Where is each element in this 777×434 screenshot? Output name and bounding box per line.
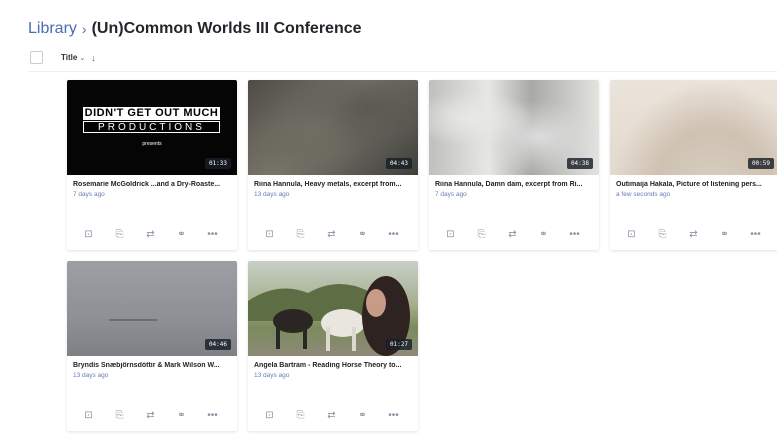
card-timestamp: 7 days ago: [73, 191, 105, 198]
duration-badge: 01:33: [204, 158, 231, 169]
link-icon[interactable]: ⚭: [355, 229, 370, 240]
sort-dropdown[interactable]: Title ⌄ ↓: [61, 53, 96, 63]
video-thumbnail[interactable]: 00:59: [610, 80, 777, 175]
share-icon[interactable]: ⇄: [324, 410, 339, 421]
breadcrumb: Library › (Un)Common Worlds III Conferen…: [28, 20, 362, 38]
add-to-playlist-icon[interactable]: ⎘: [293, 229, 308, 240]
video-thumbnail[interactable]: 04:38: [429, 80, 599, 175]
thumbnail-text: presents: [142, 141, 162, 147]
breadcrumb-library-link[interactable]: Library: [28, 20, 77, 38]
comment-icon[interactable]: ⊡: [443, 229, 458, 240]
share-icon[interactable]: ⇄: [686, 229, 701, 240]
duration-badge: 04:38: [566, 158, 593, 169]
video-thumbnail[interactable]: 04:46: [67, 261, 237, 356]
share-icon[interactable]: ⇄: [505, 229, 520, 240]
share-icon[interactable]: ⇄: [324, 229, 339, 240]
media-card[interactable]: DIDN'T GET OUT MUCH PRODUCTIONS presents…: [67, 80, 237, 250]
add-to-playlist-icon[interactable]: ⎘: [293, 410, 308, 421]
video-thumbnail[interactable]: DIDN'T GET OUT MUCH PRODUCTIONS presents…: [67, 80, 237, 175]
sort-label: Title: [61, 53, 78, 62]
comment-icon[interactable]: ⊡: [624, 229, 639, 240]
video-thumbnail[interactable]: 04:43: [248, 80, 418, 175]
card-actions: ⊡ ⎘ ⇄ ⚭ •••: [443, 229, 582, 240]
card-title[interactable]: Riina Hannula, Heavy metals, excerpt fro…: [254, 181, 412, 188]
card-title[interactable]: Outimaija Hakala, Picture of listening p…: [616, 181, 774, 188]
chevron-down-icon: ⌄: [79, 54, 86, 62]
duration-badge: 04:43: [385, 158, 412, 169]
media-card[interactable]: 04:46 Bryndís Snæbjörnsdóttir & Mark Wil…: [67, 261, 237, 431]
card-actions: ⊡ ⎘ ⇄ ⚭ •••: [262, 410, 401, 421]
card-title[interactable]: Bryndís Snæbjörnsdóttir & Mark Wilson W.…: [73, 362, 231, 369]
card-actions: ⊡ ⎘ ⇄ ⚭ •••: [624, 229, 763, 240]
duration-badge: 01:27: [385, 339, 412, 350]
card-title[interactable]: Angela Bartram - Reading Horse Theory to…: [254, 362, 412, 369]
card-actions: ⊡ ⎘ ⇄ ⚭ •••: [81, 229, 220, 240]
more-icon[interactable]: •••: [386, 410, 401, 421]
link-icon[interactable]: ⚭: [174, 410, 189, 421]
duration-badge: 04:46: [204, 339, 231, 350]
link-icon[interactable]: ⚭: [174, 229, 189, 240]
card-title[interactable]: Riina Hannula, Damn dam, excerpt from Ri…: [435, 181, 593, 188]
link-icon[interactable]: ⚭: [536, 229, 551, 240]
link-icon[interactable]: ⚭: [717, 229, 732, 240]
page-title: (Un)Common Worlds III Conference: [91, 20, 362, 37]
duration-badge: 00:59: [747, 158, 774, 169]
thumbnail-text: DIDN'T GET OUT MUCH: [83, 107, 220, 120]
breadcrumb-separator: ›: [81, 21, 87, 37]
share-icon[interactable]: ⇄: [143, 410, 158, 421]
add-to-playlist-icon[interactable]: ⎘: [112, 229, 127, 240]
card-actions: ⊡ ⎘ ⇄ ⚭ •••: [262, 229, 401, 240]
comment-icon[interactable]: ⊡: [81, 229, 96, 240]
sort-direction-icon[interactable]: ↓: [91, 53, 96, 63]
divider: [28, 71, 777, 72]
comment-icon[interactable]: ⊡: [81, 410, 96, 421]
thumbnail-text: PRODUCTIONS: [83, 121, 220, 133]
video-thumbnail[interactable]: 01:27: [248, 261, 418, 356]
more-icon[interactable]: •••: [748, 229, 763, 240]
add-to-playlist-icon[interactable]: ⎘: [474, 229, 489, 240]
select-all-checkbox[interactable]: [30, 51, 43, 64]
card-timestamp: 13 days ago: [73, 372, 109, 379]
card-timestamp: 13 days ago: [254, 191, 290, 198]
more-icon[interactable]: •••: [386, 229, 401, 240]
media-card[interactable]: 04:38 Riina Hannula, Damn dam, excerpt f…: [429, 80, 599, 250]
card-title[interactable]: Rosemarie McGoldrick ...and a Dry-Roaste…: [73, 181, 231, 188]
card-timestamp: 7 days ago: [435, 191, 467, 198]
thumbnail-horizon: [109, 319, 157, 321]
list-toolbar: Title ⌄ ↓: [30, 51, 96, 64]
share-icon[interactable]: ⇄: [143, 229, 158, 240]
add-to-playlist-icon[interactable]: ⎘: [655, 229, 670, 240]
comment-icon[interactable]: ⊡: [262, 229, 277, 240]
card-actions: ⊡ ⎘ ⇄ ⚭ •••: [81, 410, 220, 421]
media-card[interactable]: 01:27 Angela Bartram - Reading Horse The…: [248, 261, 418, 431]
media-card[interactable]: 00:59 Outimaija Hakala, Picture of liste…: [610, 80, 777, 250]
more-icon[interactable]: •••: [205, 229, 220, 240]
link-icon[interactable]: ⚭: [355, 410, 370, 421]
more-icon[interactable]: •••: [567, 229, 582, 240]
more-icon[interactable]: •••: [205, 410, 220, 421]
card-timestamp: a few seconds ago: [616, 191, 671, 198]
add-to-playlist-icon[interactable]: ⎘: [112, 410, 127, 421]
media-card[interactable]: 04:43 Riina Hannula, Heavy metals, excer…: [248, 80, 418, 250]
card-timestamp: 13 days ago: [254, 372, 290, 379]
comment-icon[interactable]: ⊡: [262, 410, 277, 421]
